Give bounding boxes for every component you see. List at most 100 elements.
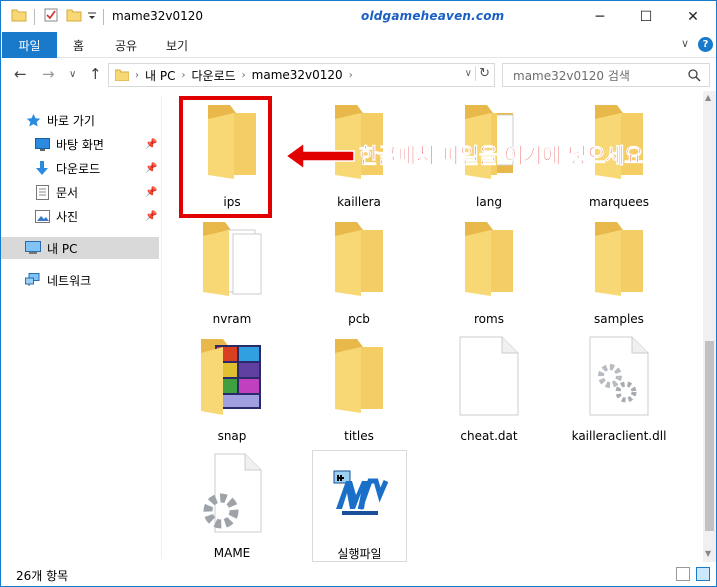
file-icon [459,336,519,416]
desktop-icon [34,136,50,152]
breadcrumb-current-folder[interactable]: mame32v0120 [252,68,343,82]
close-button[interactable]: ✕ [670,1,716,32]
large-icons-view-button[interactable] [696,567,710,581]
highlight-box [179,96,272,218]
sidebar-item-documents[interactable]: 문서 📌 [34,181,159,203]
breadcrumb-separator: › [348,69,353,81]
pin-icon[interactable]: 📌 [145,211,157,222]
properties-icon[interactable] [43,7,59,23]
sidebar-item-network[interactable]: 네트워크 [25,269,159,291]
tab-home[interactable]: 홈 [73,32,84,58]
file-name: roms [474,312,504,326]
details-view-button[interactable] [676,567,690,581]
arrow-left-icon [284,141,355,171]
recent-locations-icon[interactable]: ∨ [69,69,76,80]
file-item-samples[interactable]: samples [559,216,679,328]
separator [34,9,35,25]
maximize-button[interactable]: ☐ [623,1,669,32]
image-folder-icon [201,339,261,415]
sidebar-item-label: 다운로드 [56,161,101,176]
address-dropdown-icon[interactable]: ∨ [465,68,472,79]
document-icon [34,184,50,200]
sidebar-item-downloads[interactable]: 다운로드 📌 [34,157,159,179]
tab-share[interactable]: 공유 [115,32,137,58]
explorer-window: mame32v0120 oldgameheaven.com ─ ☐ ✕ 파일 홈… [0,0,717,587]
minimize-button[interactable]: ─ [577,1,623,32]
breadcrumb-my-pc[interactable]: 내 PC [145,67,175,84]
file-name: nvram [212,312,252,326]
search-icon[interactable] [688,68,701,82]
sidebar-item-my-pc[interactable]: 내 PC [1,237,159,259]
tab-view[interactable]: 보기 [166,32,188,58]
sidebar-item-label: 바탕 화면 [56,137,104,152]
help-icon[interactable]: ? [698,37,713,52]
sidebar-item-quick-access[interactable]: 바로 가기 [25,109,159,131]
forward-button[interactable]: → [42,65,55,83]
pin-icon[interactable]: 📌 [145,187,157,198]
watermark: oldgameheaven.com [361,9,505,23]
customize-toolbar-icon[interactable] [87,7,97,23]
file-name: lang [476,195,502,209]
file-name: marquees [588,195,649,209]
file-item-executable[interactable]: 실행파일 [312,450,407,562]
file-name: MAME [213,546,251,560]
file-name: kaillera [337,195,381,209]
file-name: cheat.dat [460,429,518,443]
annotation-text: 한글패치 파일을 여기에 넣으세요 [359,144,644,169]
download-icon [34,160,50,176]
folder-icon [203,222,262,296]
file-item-pcb[interactable]: pcb [299,216,419,328]
file-item-roms[interactable]: roms [429,216,549,328]
search-input[interactable]: mame32v0120 검색 [513,67,688,84]
breadcrumb-downloads[interactable]: 다운로드 [191,67,235,84]
pin-icon[interactable]: 📌 [145,163,157,174]
network-icon [25,272,41,288]
file-item-nvram[interactable]: nvram [172,216,292,328]
file-item-snap[interactable]: snap [172,333,292,445]
file-name: pcb [348,312,370,326]
file-item-titles[interactable]: titles [299,333,419,445]
scroll-down-icon[interactable]: ▼ [705,549,711,558]
vertical-scrollbar[interactable]: ▲ ▼ [703,91,716,562]
sidebar-item-label: 네트워크 [47,273,92,288]
new-folder-icon[interactable] [66,7,82,23]
file-name: 실행파일 [337,547,382,561]
folder-icon [335,339,383,413]
sidebar-item-desktop[interactable]: 바탕 화면 📌 [34,133,159,155]
sidebar-item-label: 바로 가기 [47,113,95,128]
scroll-up-icon[interactable]: ▲ [705,93,711,102]
file-item-mame[interactable]: MAME [172,450,292,562]
up-button[interactable]: ↑ [89,65,102,83]
title-bar: mame32v0120 oldgameheaven.com ─ ☐ ✕ [1,1,716,32]
ribbon-expand-icon[interactable]: ∨ [681,37,689,50]
mame-logo-icon [333,470,388,515]
scrollbar-thumb[interactable] [705,341,714,531]
back-button[interactable]: ← [14,65,27,83]
status-bar: 26개 항목 [1,563,716,586]
file-item-cheat-dat[interactable]: cheat.dat [429,333,549,445]
breadcrumb-separator: › [181,69,186,81]
sidebar-item-label: 내 PC [47,241,78,256]
file-name: kailleraclient.dll [571,429,667,443]
sidebar-item-pictures[interactable]: 사진 📌 [34,205,159,227]
ribbon-tabs: 파일 홈 공유 보기 ∨ ? [1,32,716,58]
address-bar[interactable]: › 내 PC › 다운로드 › mame32v0120 › ∨ ↻ [108,63,495,87]
config-file-icon [203,453,262,533]
computer-icon [25,240,41,256]
refresh-button[interactable]: ↻ [475,66,490,81]
folder-icon [465,222,513,296]
file-item-kailleraclient-dll[interactable]: kailleraclient.dll [559,333,679,445]
folder-icon [595,222,643,296]
tab-file[interactable]: 파일 [2,32,57,58]
folder-icon [335,222,383,296]
navigation-pane: 바로 가기 바탕 화면 📌 다운로드 📌 문서 📌 사진 📌 내 PC 네트워크 [1,96,161,561]
pin-icon[interactable]: 📌 [145,139,157,150]
window-title: mame32v0120 [112,9,204,23]
folder-icon[interactable] [11,7,27,23]
search-box[interactable]: mame32v0120 검색 [502,63,710,87]
file-name: snap [217,429,247,443]
dll-file-icon [589,336,649,416]
pictures-icon [34,208,50,224]
sidebar-item-label: 사진 [56,209,79,224]
pane-divider[interactable] [161,96,162,559]
